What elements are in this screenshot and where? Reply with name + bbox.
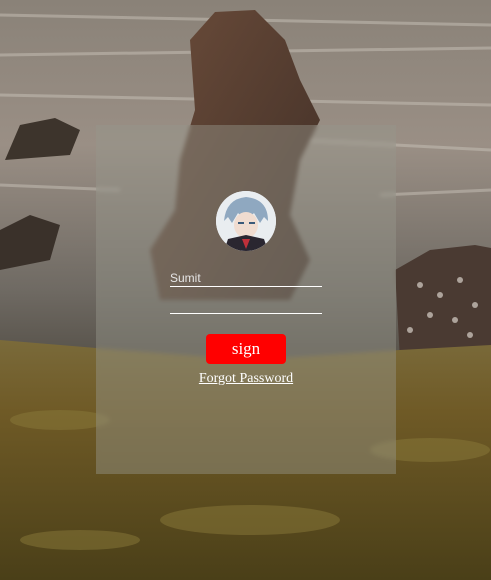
user-avatar: [216, 191, 276, 251]
username-input[interactable]: [170, 270, 322, 287]
sign-button[interactable]: sign: [206, 334, 286, 364]
password-input[interactable]: [170, 297, 322, 314]
forgot-password-link[interactable]: Forgot Password: [96, 371, 396, 387]
login-card: sign Forgot Password: [96, 125, 396, 474]
